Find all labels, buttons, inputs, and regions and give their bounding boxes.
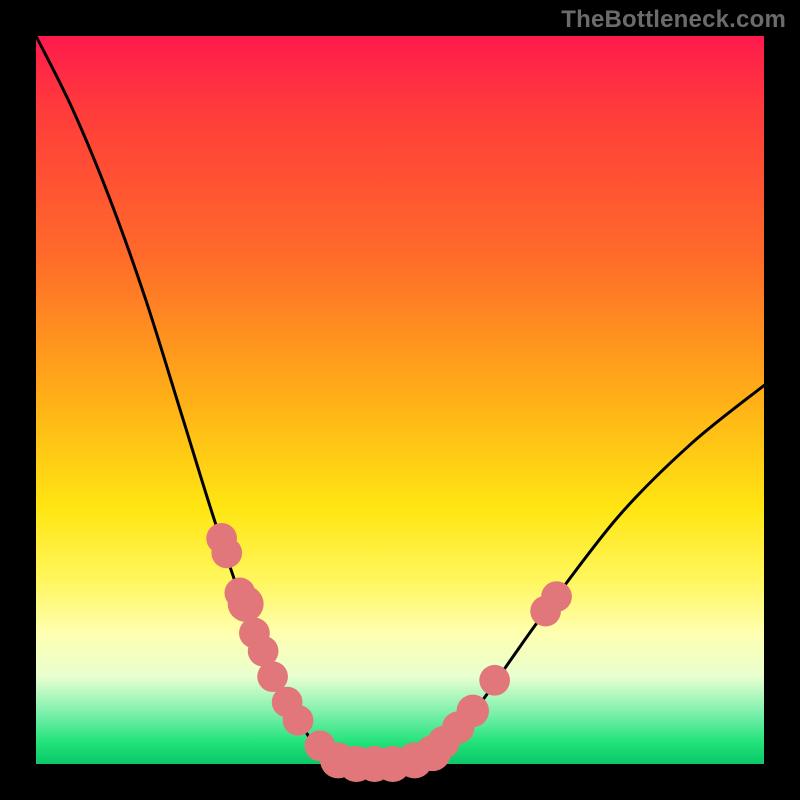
data-marker xyxy=(479,665,510,696)
watermark-text: TheBottleneck.com xyxy=(561,6,786,34)
data-marker xyxy=(228,586,264,622)
bottleneck-curve xyxy=(36,36,764,765)
chart-svg xyxy=(36,36,764,764)
plot-area xyxy=(36,36,764,764)
data-marker xyxy=(211,538,242,569)
outer-frame: TheBottleneck.com xyxy=(0,0,800,800)
data-marker xyxy=(457,695,489,727)
data-marker xyxy=(283,705,314,736)
data-marker xyxy=(541,581,572,612)
